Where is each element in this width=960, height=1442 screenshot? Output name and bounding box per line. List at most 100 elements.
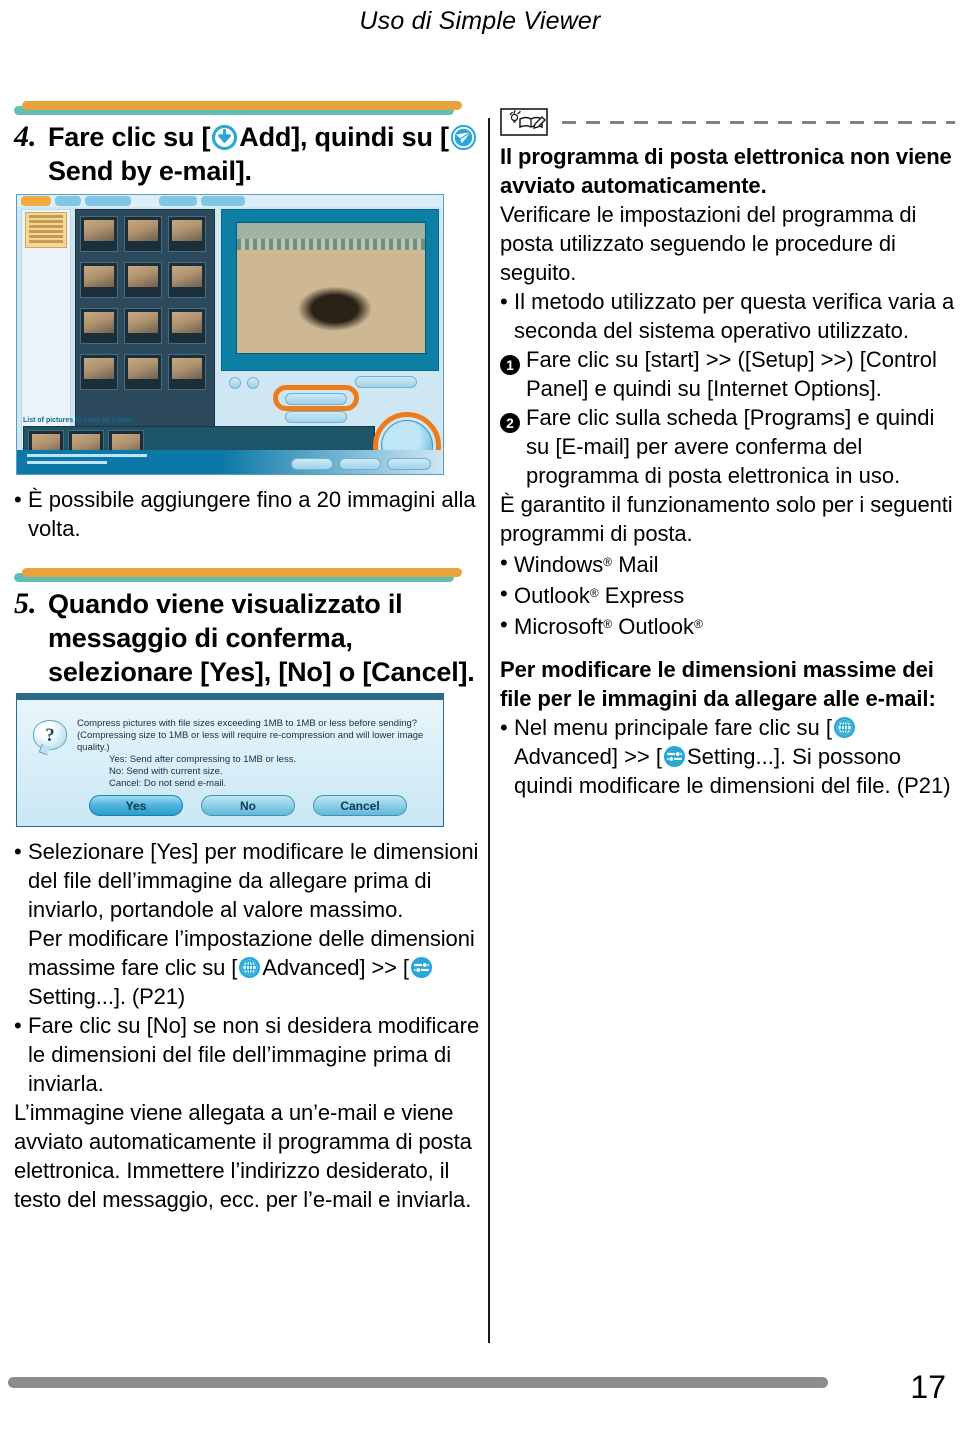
note-book-bulb-icon (500, 108, 548, 136)
line: Nel menu principale fare clic su (514, 715, 820, 740)
mail-program-microsoft-outlook: • Microsoft® Outlook® (500, 610, 955, 641)
bullet-select-yes: • Selezionare [Yes] per modificare le di… (14, 837, 480, 924)
para-advanced-setting: Per modificare l’impostazione delle dime… (14, 924, 480, 1011)
toolbar-tab-1 (21, 196, 51, 206)
step-number-circle: 2 (500, 403, 526, 490)
bullet-select-yes-text: Selezionare [Yes] per modificare le dime… (28, 837, 480, 924)
page-number: 17 (910, 1369, 946, 1405)
numbered-step-1-text: Fare clic su [start] >> ([Setup] >>) [Co… (526, 347, 937, 401)
thumbnail (124, 308, 162, 344)
step-4-number: 4. (14, 120, 37, 153)
thumbnail (124, 262, 162, 298)
dialog-question: Compress pictures with file sizes exceed… (77, 718, 433, 754)
mail-program-text: Outlook® Express (514, 579, 955, 610)
registered-mark: ® (603, 617, 613, 631)
status-close-button[interactable] (387, 458, 431, 470)
toolbar-tab-4 (159, 196, 197, 206)
simple-viewer-window: List of pictures to send by e-mail (16, 194, 444, 475)
rule-orange (22, 101, 462, 110)
setting-slider-icon (663, 745, 686, 768)
para-advanced-line1: Per modificare l’impostazione delle (28, 926, 365, 951)
step-number: 2 (500, 413, 520, 433)
note-dashed-rule (562, 121, 955, 124)
step-4-rule (14, 100, 480, 118)
mail-program-text: Windows® Mail (514, 548, 955, 579)
globe-advanced-icon (833, 716, 856, 739)
note-heading-2: Per modificare le dimensioni massime dei… (500, 657, 936, 711)
numbered-step-1: 1 Fare clic su [start] >> ([Setup] >>) [… (500, 345, 955, 403)
status-next-button[interactable] (339, 458, 381, 470)
program-name: Outlook (514, 583, 590, 608)
note-para-2: È garantito il funzionamento solo per i … (500, 492, 953, 546)
dialog-yes-button[interactable]: Yes (89, 795, 183, 816)
thumbnail (124, 354, 162, 390)
note-heading-1: Il programma di posta elettronica non vi… (500, 144, 952, 198)
view-mode-button[interactable] (355, 376, 417, 388)
thumbnail (80, 354, 118, 390)
line: del file. (P21) (820, 773, 951, 798)
thumbnail (168, 216, 206, 252)
note-bullet-advanced-setting-text: Nel menu principale fare clic su [ Advanc… (514, 713, 955, 800)
dialog-title-bar (17, 694, 443, 700)
globe-advanced-icon (238, 956, 261, 979)
step-number: 1 (500, 355, 520, 375)
send-mail-icon (450, 124, 477, 151)
thumbnail (168, 354, 206, 390)
line: valore massimo. (243, 897, 404, 922)
numbered-step-2-text: Fare clic sulla scheda [Programs] e quin… (526, 405, 935, 488)
prev-button[interactable] (229, 377, 241, 389)
prefix: [ (825, 715, 832, 740)
note-header (500, 108, 955, 138)
rule-orange (22, 568, 462, 577)
step-5-text: Quando viene visualizzato il messaggio d… (48, 589, 475, 687)
step-5-rule (14, 567, 480, 585)
toolbar-tab-3 (85, 196, 131, 206)
viewer-folder-tree (21, 209, 71, 449)
dialog-options: Yes: Send after compressing to 1MB or le… (109, 754, 429, 790)
dialog-option-no: No: Send with current size. (109, 766, 223, 777)
registered-mark: ® (589, 586, 599, 600)
step-number-circle: 1 (500, 345, 526, 403)
status-back-button[interactable] (291, 458, 333, 470)
setting-slider-icon (410, 956, 433, 979)
dialog-question-line-2: (Compressing size to 1MB or less will re… (77, 730, 424, 753)
step-5-number: 5. (14, 587, 37, 620)
cancel-button[interactable] (285, 411, 347, 423)
note-bullet-1: • Il metodo utilizzato per questa verifi… (500, 287, 955, 345)
bullet-dot: • (500, 550, 508, 575)
program-tail: Outlook (612, 614, 695, 639)
bullet-click-no-text: Fare clic su [No] se non si desidera mod… (28, 1011, 480, 1098)
program-tail: Mail (612, 552, 659, 577)
step-5: 5. Quando viene visualizzato il messaggi… (14, 587, 480, 689)
registered-mark: ® (694, 617, 703, 631)
line: Selezionare [Yes] per modificare le (28, 839, 368, 864)
dialog-option-cancel: Cancel: Do not send e-mail. (109, 778, 227, 789)
thumbnail (80, 262, 118, 298)
note-max-images-text: È possibile aggiungere fino a 20 immagin… (28, 487, 476, 541)
bullet-dot: • (14, 487, 22, 512)
bullet-dot: • (14, 839, 22, 864)
dialog-question-line-1: Compress pictures with file sizes exceed… (77, 718, 418, 729)
mid: Advanced] >> [ (514, 744, 662, 769)
bullet-dot: • (500, 581, 508, 606)
bullet-dot: • (500, 289, 508, 314)
viewer-thumbnail-grid (75, 209, 215, 449)
dialog-no-button[interactable]: No (201, 795, 295, 816)
preview-photo (236, 222, 426, 354)
bullet-click-no: • Fare clic su [No] se non si desidera m… (14, 1011, 480, 1098)
note-max-images: • È possibile aggiungere fino a 20 immag… (14, 485, 480, 543)
mail-program-text: Microsoft® Outlook® (514, 610, 955, 641)
para-advanced-suffix: Setting...]. (P21) (28, 984, 186, 1009)
toolbar-tab-5 (201, 196, 245, 206)
note-para-1: Verificare le impostazioni del programma… (500, 202, 917, 285)
para-advanced-mid: Advanced] >> [ (262, 955, 409, 980)
photo-fence (237, 238, 425, 251)
next-button[interactable] (247, 377, 259, 389)
running-head: Uso di Simple Viewer (359, 7, 601, 35)
program-name: Microsoft (514, 614, 604, 639)
thumbnail (168, 308, 206, 344)
program-tail: Express (598, 583, 685, 608)
bullet-dot: • (14, 1013, 22, 1038)
column-divider (488, 118, 490, 1343)
dialog-cancel-button[interactable]: Cancel (313, 795, 407, 816)
